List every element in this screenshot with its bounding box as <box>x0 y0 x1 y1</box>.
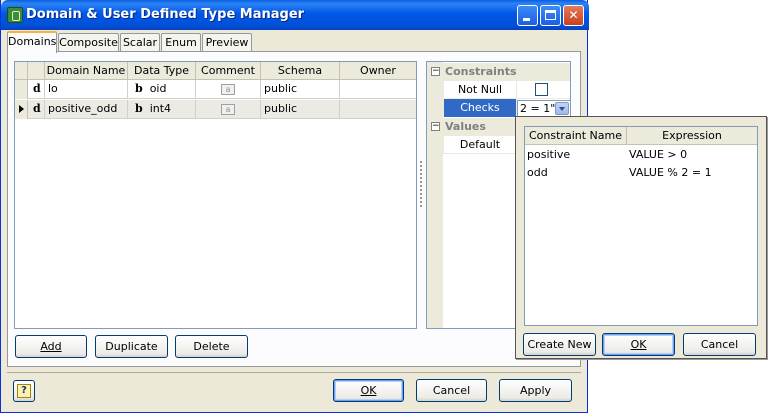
divider <box>7 372 581 373</box>
property-checks[interactable]: Checks 2 = 1" <box>427 99 571 117</box>
constraint-name: odd <box>527 166 548 179</box>
column-header-constraint-name[interactable]: Constraint Name <box>525 127 627 145</box>
property-label: Default <box>443 136 516 154</box>
not-null-checkbox[interactable] <box>535 83 548 96</box>
close-icon: ✕ <box>568 8 579 22</box>
comment-icon[interactable]: a <box>221 103 235 115</box>
cancel-button[interactable]: Cancel <box>416 379 487 402</box>
popup-cancel-button-label: Cancel <box>700 338 739 351</box>
property-label: Checks <box>443 99 516 117</box>
panel-splitter[interactable] <box>419 160 423 208</box>
icon-column-header <box>28 62 45 80</box>
domain-name-cell[interactable]: positive_odd <box>45 100 128 119</box>
list-item[interactable]: odd VALUE % 2 = 1 <box>525 164 757 182</box>
duplicate-button[interactable]: Duplicate <box>95 335 168 358</box>
table-row[interactable]: d positive_odd b int4 a public <box>15 100 416 119</box>
maximize-button[interactable] <box>540 5 561 26</box>
current-row-arrow-icon <box>19 105 24 113</box>
window-title: Domain & User Defined Type Manager <box>26 7 305 22</box>
owner-cell[interactable] <box>340 100 416 119</box>
domain-icon: d <box>28 80 45 99</box>
domain-name-cell[interactable]: lo <box>45 80 128 99</box>
comment-cell[interactable]: a <box>196 80 261 99</box>
domain-grid[interactable]: Domain Name Data Type Comment Schema Own… <box>14 61 417 329</box>
schema-cell[interactable]: public <box>261 100 340 119</box>
tab-composite[interactable]: Composite <box>58 33 119 52</box>
row-indicator[interactable] <box>15 80 28 99</box>
property-value[interactable] <box>516 81 570 99</box>
owner-cell[interactable] <box>340 80 416 99</box>
ok-button-label: OK <box>360 384 377 397</box>
property-not-null[interactable]: Not Null <box>427 81 570 99</box>
property-value[interactable]: 2 = 1" <box>516 99 571 117</box>
constraint-list[interactable]: Constraint Name Expression positive VALU… <box>524 126 758 326</box>
collapse-icon[interactable]: − <box>431 67 440 76</box>
type-icon: b <box>135 102 143 115</box>
checks-editor-popup: Constraint Name Expression positive VALU… <box>515 116 767 359</box>
cancel-button-label: Cancel <box>432 384 471 397</box>
minimize-icon <box>523 18 530 21</box>
constraint-expression: VALUE > 0 <box>629 148 688 161</box>
column-header-domain-name[interactable]: Domain Name <box>45 62 128 80</box>
constraint-expression: VALUE % 2 = 1 <box>629 166 712 179</box>
help-icon: ? <box>17 384 31 398</box>
data-type-cell[interactable]: b int4 <box>128 100 196 119</box>
title-bar[interactable]: Domain & User Defined Type Manager ✕ <box>1 0 589 30</box>
popup-ok-button[interactable]: OK <box>602 333 675 356</box>
row-indicator-header <box>15 62 28 80</box>
domain-icon: d <box>28 100 45 119</box>
app-icon <box>7 7 23 23</box>
constraint-name: positive <box>527 148 571 161</box>
constraint-list-header: Constraint Name Expression <box>525 127 757 145</box>
duplicate-button-label: Duplicate <box>105 340 158 353</box>
create-new-button-label: Create New <box>527 338 592 351</box>
column-header-data-type[interactable]: Data Type <box>128 62 196 80</box>
main-window: Domain & User Defined Type Manager ✕ Dom… <box>0 0 589 413</box>
popup-ok-button-label: OK <box>630 338 647 351</box>
delete-button-label: Delete <box>193 340 230 353</box>
collapse-icon[interactable]: − <box>431 122 440 131</box>
data-type-cell[interactable]: b oid <box>128 80 196 99</box>
table-row[interactable]: d lo b oid a public <box>15 80 416 99</box>
add-button[interactable]: Add <box>15 335 87 358</box>
add-button-label: Add <box>40 340 62 353</box>
category-label: Constraints <box>445 65 517 78</box>
dropdown-arrow-icon[interactable] <box>555 102 569 115</box>
ok-button[interactable]: OK <box>333 379 404 402</box>
maximize-icon <box>545 10 556 20</box>
type-icon: b <box>135 82 143 95</box>
tab-domains[interactable]: Domains <box>7 31 57 53</box>
tab-enum[interactable]: Enum <box>161 33 201 52</box>
data-type-value: oid <box>149 82 167 95</box>
property-label: Not Null <box>443 81 516 99</box>
column-header-comment[interactable]: Comment <box>196 62 261 80</box>
column-header-expression[interactable]: Expression <box>627 127 757 145</box>
delete-button[interactable]: Delete <box>175 335 248 358</box>
minimize-button[interactable] <box>517 5 538 26</box>
schema-cell[interactable]: public <box>261 80 340 99</box>
category-constraints[interactable]: − Constraints <box>427 63 570 81</box>
row-indicator[interactable] <box>15 100 28 119</box>
checks-combo[interactable]: 2 = 1" <box>517 100 571 117</box>
apply-button-label: Apply <box>519 384 552 397</box>
comment-icon[interactable]: a <box>221 83 235 95</box>
data-type-value: int4 <box>149 102 172 115</box>
checks-combo-value: 2 = 1" <box>520 102 556 115</box>
help-button[interactable]: ? <box>13 380 35 402</box>
category-label: Values <box>445 120 486 133</box>
popup-cancel-button[interactable]: Cancel <box>683 333 756 356</box>
column-header-owner[interactable]: Owner <box>340 62 416 80</box>
column-header-schema[interactable]: Schema <box>261 62 340 80</box>
grid-header: Domain Name Data Type Comment Schema Own… <box>15 62 416 80</box>
list-item[interactable]: positive VALUE > 0 <box>525 146 757 164</box>
apply-button[interactable]: Apply <box>499 379 572 402</box>
tab-preview[interactable]: Preview <box>202 33 252 52</box>
tab-scalar[interactable]: Scalar <box>120 33 160 52</box>
close-button[interactable]: ✕ <box>563 5 584 26</box>
comment-cell[interactable]: a <box>196 100 261 119</box>
create-new-button[interactable]: Create New <box>523 333 596 356</box>
